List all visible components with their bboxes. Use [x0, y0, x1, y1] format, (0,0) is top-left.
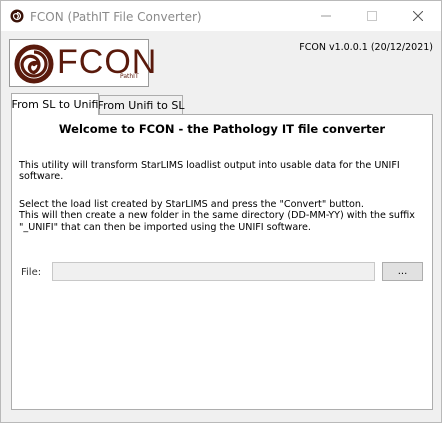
fcon-logo: FCON PathIT — [9, 39, 156, 87]
instructions-paragraph: Select the load list created by StarLIMS… — [19, 199, 423, 233]
close-button[interactable] — [395, 1, 441, 31]
app-window: FCON (PathIT File Converter) FCON PathIT… — [0, 0, 442, 423]
minimize-button[interactable] — [303, 1, 349, 31]
minimize-icon — [321, 15, 331, 17]
window-title: FCON (PathIT File Converter) — [30, 10, 202, 24]
fcon-spiral-logo-icon — [14, 44, 54, 84]
maximize-button[interactable] — [349, 1, 395, 31]
fcon-spiral-icon — [10, 9, 24, 23]
title-bar[interactable]: FCON (PathIT File Converter) — [1, 1, 441, 31]
tab-panel: Welcome to FCON - the Pathology IT file … — [11, 114, 433, 410]
close-icon — [413, 11, 423, 21]
welcome-heading: Welcome to FCON - the Pathology IT file … — [58, 122, 386, 136]
instruction-line: Select the load list created by StarLIMS… — [19, 199, 364, 210]
version-label: FCON v1.0.0.1 (20/12/2021) — [299, 42, 433, 53]
tab-sl-to-unifi[interactable]: From SL to Unifi — [11, 93, 99, 115]
logo-subtext: PathIT — [120, 73, 139, 80]
tab-unifi-to-sl[interactable]: From Unifi to SL — [98, 95, 184, 115]
instruction-line: This will then create a new folder in th… — [19, 210, 415, 222]
file-label: File: — [21, 267, 42, 278]
browse-button[interactable]: ... — [382, 262, 423, 281]
logo-text: FCON — [57, 43, 158, 81]
maximize-icon — [367, 11, 377, 21]
instruction-line: "_UNIFI" that can then be imported using… — [19, 221, 311, 233]
file-path-input[interactable] — [52, 262, 375, 281]
description-paragraph: This utility will transform StarLIMS loa… — [19, 160, 400, 183]
